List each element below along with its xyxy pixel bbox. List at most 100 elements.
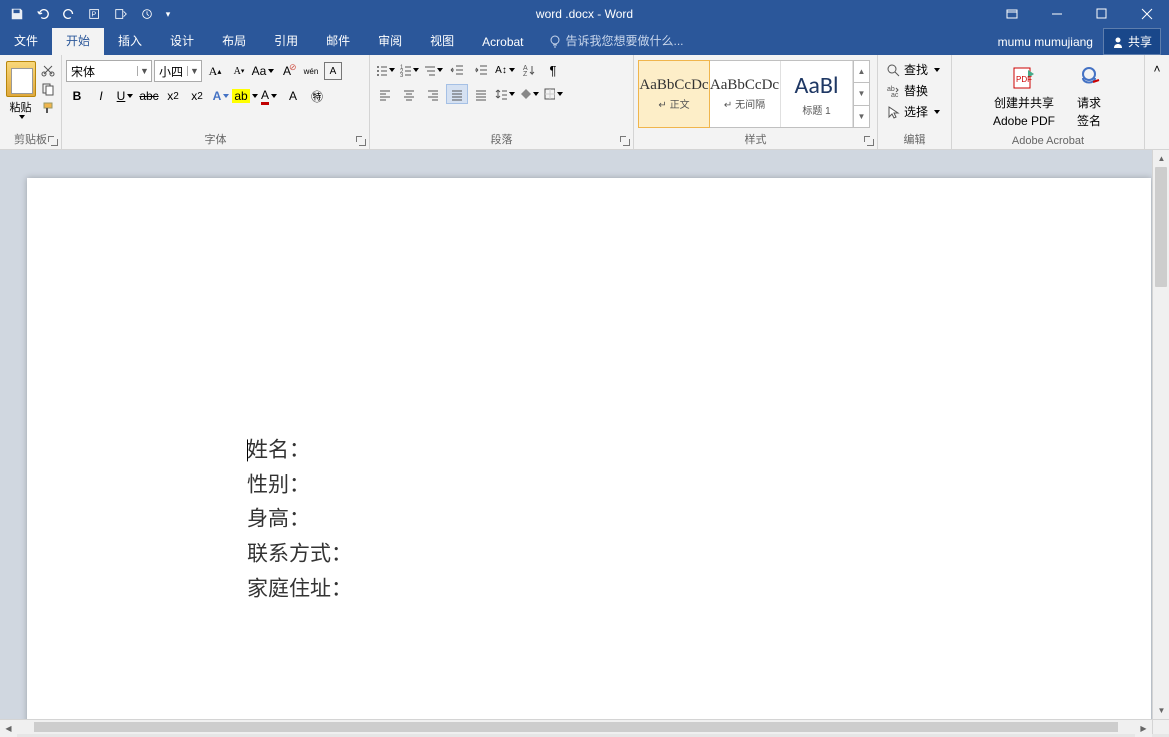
dialog-launcher-icon[interactable]: [863, 135, 875, 147]
group-font: ▼ ▼ A▴ A▾ Aa A⊘ wén A B I U abc x2 x2 A …: [62, 55, 370, 149]
tell-me-search[interactable]: 告诉我您想要做什么...: [538, 26, 694, 55]
style-item-heading1[interactable]: AaBl 标题 1: [781, 61, 853, 127]
show-marks-icon[interactable]: ¶: [542, 60, 564, 80]
paste-button[interactable]: 粘贴: [4, 57, 37, 119]
tab-acrobat[interactable]: Acrobat: [468, 29, 537, 55]
shading-icon[interactable]: [518, 84, 540, 104]
tab-review[interactable]: 审阅: [364, 26, 416, 55]
scroll-down-icon[interactable]: ▼: [1153, 702, 1169, 719]
align-justify-icon[interactable]: [446, 84, 468, 104]
document-content[interactable]: 姓名： 性别： 身高： 联系方式： 家庭住址：: [247, 433, 352, 606]
create-pdf-button[interactable]: PDF 创建并共享 Adobe PDF: [987, 60, 1061, 133]
borders-icon[interactable]: [542, 84, 564, 104]
strikethrough-button[interactable]: abc: [138, 86, 160, 106]
change-case-icon[interactable]: Aa: [252, 61, 274, 81]
undo-icon[interactable]: [30, 0, 56, 28]
collapse-ribbon-icon[interactable]: ˄: [1146, 59, 1168, 79]
tab-home[interactable]: 开始: [52, 26, 104, 55]
phonetic-icon[interactable]: wén: [300, 61, 322, 81]
close-button[interactable]: [1124, 0, 1169, 28]
horizontal-scrollbar[interactable]: ◀ ▶: [0, 719, 1152, 734]
align-right-icon[interactable]: [422, 84, 444, 104]
subscript-button[interactable]: x2: [162, 86, 184, 106]
vertical-scrollbar[interactable]: ▲ ▼: [1152, 150, 1169, 719]
indent-increase-icon[interactable]: [470, 60, 492, 80]
user-name[interactable]: mumu mumujiang: [998, 35, 1093, 49]
char-shading-icon[interactable]: A: [282, 86, 304, 106]
superscript-button[interactable]: x2: [186, 86, 208, 106]
qat-icon-2[interactable]: [108, 0, 134, 28]
doc-line[interactable]: 姓名：: [247, 433, 352, 468]
font-size-combo[interactable]: ▼: [154, 60, 202, 82]
dialog-launcher-icon[interactable]: [619, 135, 631, 147]
ribbon-options-icon[interactable]: [989, 0, 1034, 28]
grow-font-icon[interactable]: A▴: [204, 61, 226, 81]
char-border-icon[interactable]: A: [324, 62, 342, 80]
tab-layout[interactable]: 布局: [208, 26, 260, 55]
bullets-icon[interactable]: [374, 60, 396, 80]
style-expand-icon[interactable]: ▼: [854, 106, 869, 127]
style-scroll-down-icon[interactable]: ▼: [854, 83, 869, 105]
doc-line[interactable]: 性别：: [247, 468, 352, 503]
tab-view[interactable]: 视图: [416, 26, 468, 55]
text-direction-icon[interactable]: A↕: [494, 60, 516, 80]
replace-button[interactable]: abac替换: [884, 81, 930, 100]
highlight-icon[interactable]: ab: [234, 86, 256, 106]
qat-icon-1[interactable]: P: [82, 0, 108, 28]
document-area[interactable]: 姓名： 性别： 身高： 联系方式： 家庭住址：: [0, 150, 1169, 719]
numbering-icon[interactable]: 123: [398, 60, 420, 80]
select-button[interactable]: 选择: [884, 102, 942, 121]
tab-mailings[interactable]: 邮件: [312, 26, 364, 55]
minimize-button[interactable]: [1034, 0, 1079, 28]
dialog-launcher-icon[interactable]: [47, 135, 59, 147]
align-left-icon[interactable]: [374, 84, 396, 104]
line-spacing-icon[interactable]: [494, 84, 516, 104]
underline-button[interactable]: U: [114, 86, 136, 106]
clipboard-icon: [6, 61, 36, 97]
tab-references[interactable]: 引用: [260, 26, 312, 55]
scroll-thumb[interactable]: [34, 722, 1118, 732]
clear-format-icon[interactable]: A⊘: [276, 61, 298, 81]
share-button[interactable]: 共享: [1103, 28, 1161, 55]
bold-button[interactable]: B: [66, 86, 88, 106]
align-distribute-icon[interactable]: [470, 84, 492, 104]
chevron-down-icon[interactable]: ▼: [137, 66, 151, 76]
italic-button[interactable]: I: [90, 86, 112, 106]
sort-icon[interactable]: AZ: [518, 60, 540, 80]
maximize-button[interactable]: [1079, 0, 1124, 28]
scroll-up-icon[interactable]: ▲: [1153, 150, 1169, 167]
doc-line[interactable]: 联系方式：: [247, 537, 352, 572]
find-button[interactable]: 查找: [884, 60, 942, 79]
request-sign-button[interactable]: 请求 签名: [1069, 60, 1109, 133]
shrink-font-icon[interactable]: A▾: [228, 61, 250, 81]
enclose-char-icon[interactable]: ㊕: [306, 86, 328, 106]
tab-design[interactable]: 设计: [156, 26, 208, 55]
save-icon[interactable]: [4, 0, 30, 28]
font-color-icon[interactable]: A: [258, 86, 280, 106]
copy-icon[interactable]: [39, 80, 57, 98]
doc-line[interactable]: 身高：: [247, 503, 352, 538]
doc-line[interactable]: 家庭住址：: [247, 572, 352, 607]
align-center-icon[interactable]: [398, 84, 420, 104]
font-name-combo[interactable]: ▼: [66, 60, 152, 82]
scroll-thumb[interactable]: [1155, 167, 1167, 287]
style-item-nospacing[interactable]: AaBbCcDc ↵ 无间隔: [709, 61, 781, 127]
text-effects-icon[interactable]: A: [210, 86, 232, 106]
style-scroll-up-icon[interactable]: ▲: [854, 61, 869, 83]
scroll-right-icon[interactable]: ▶: [1135, 720, 1152, 737]
redo-icon[interactable]: [56, 0, 82, 28]
multilevel-icon[interactable]: [422, 60, 444, 80]
chevron-down-icon[interactable]: ▼: [187, 66, 201, 76]
dialog-launcher-icon[interactable]: [355, 135, 367, 147]
indent-decrease-icon[interactable]: [446, 60, 468, 80]
scroll-left-icon[interactable]: ◀: [0, 720, 17, 737]
qat-customize-icon[interactable]: ▾: [160, 0, 176, 28]
style-item-normal[interactable]: AaBbCcDc ↵ 正文: [638, 60, 710, 128]
tab-file[interactable]: 文件: [0, 26, 52, 55]
qat-icon-3[interactable]: [134, 0, 160, 28]
format-painter-icon[interactable]: [39, 99, 57, 117]
tab-insert[interactable]: 插入: [104, 26, 156, 55]
cut-icon[interactable]: [39, 61, 57, 79]
page[interactable]: 姓名： 性别： 身高： 联系方式： 家庭住址：: [27, 178, 1151, 719]
scroll-track[interactable]: [17, 720, 1135, 734]
